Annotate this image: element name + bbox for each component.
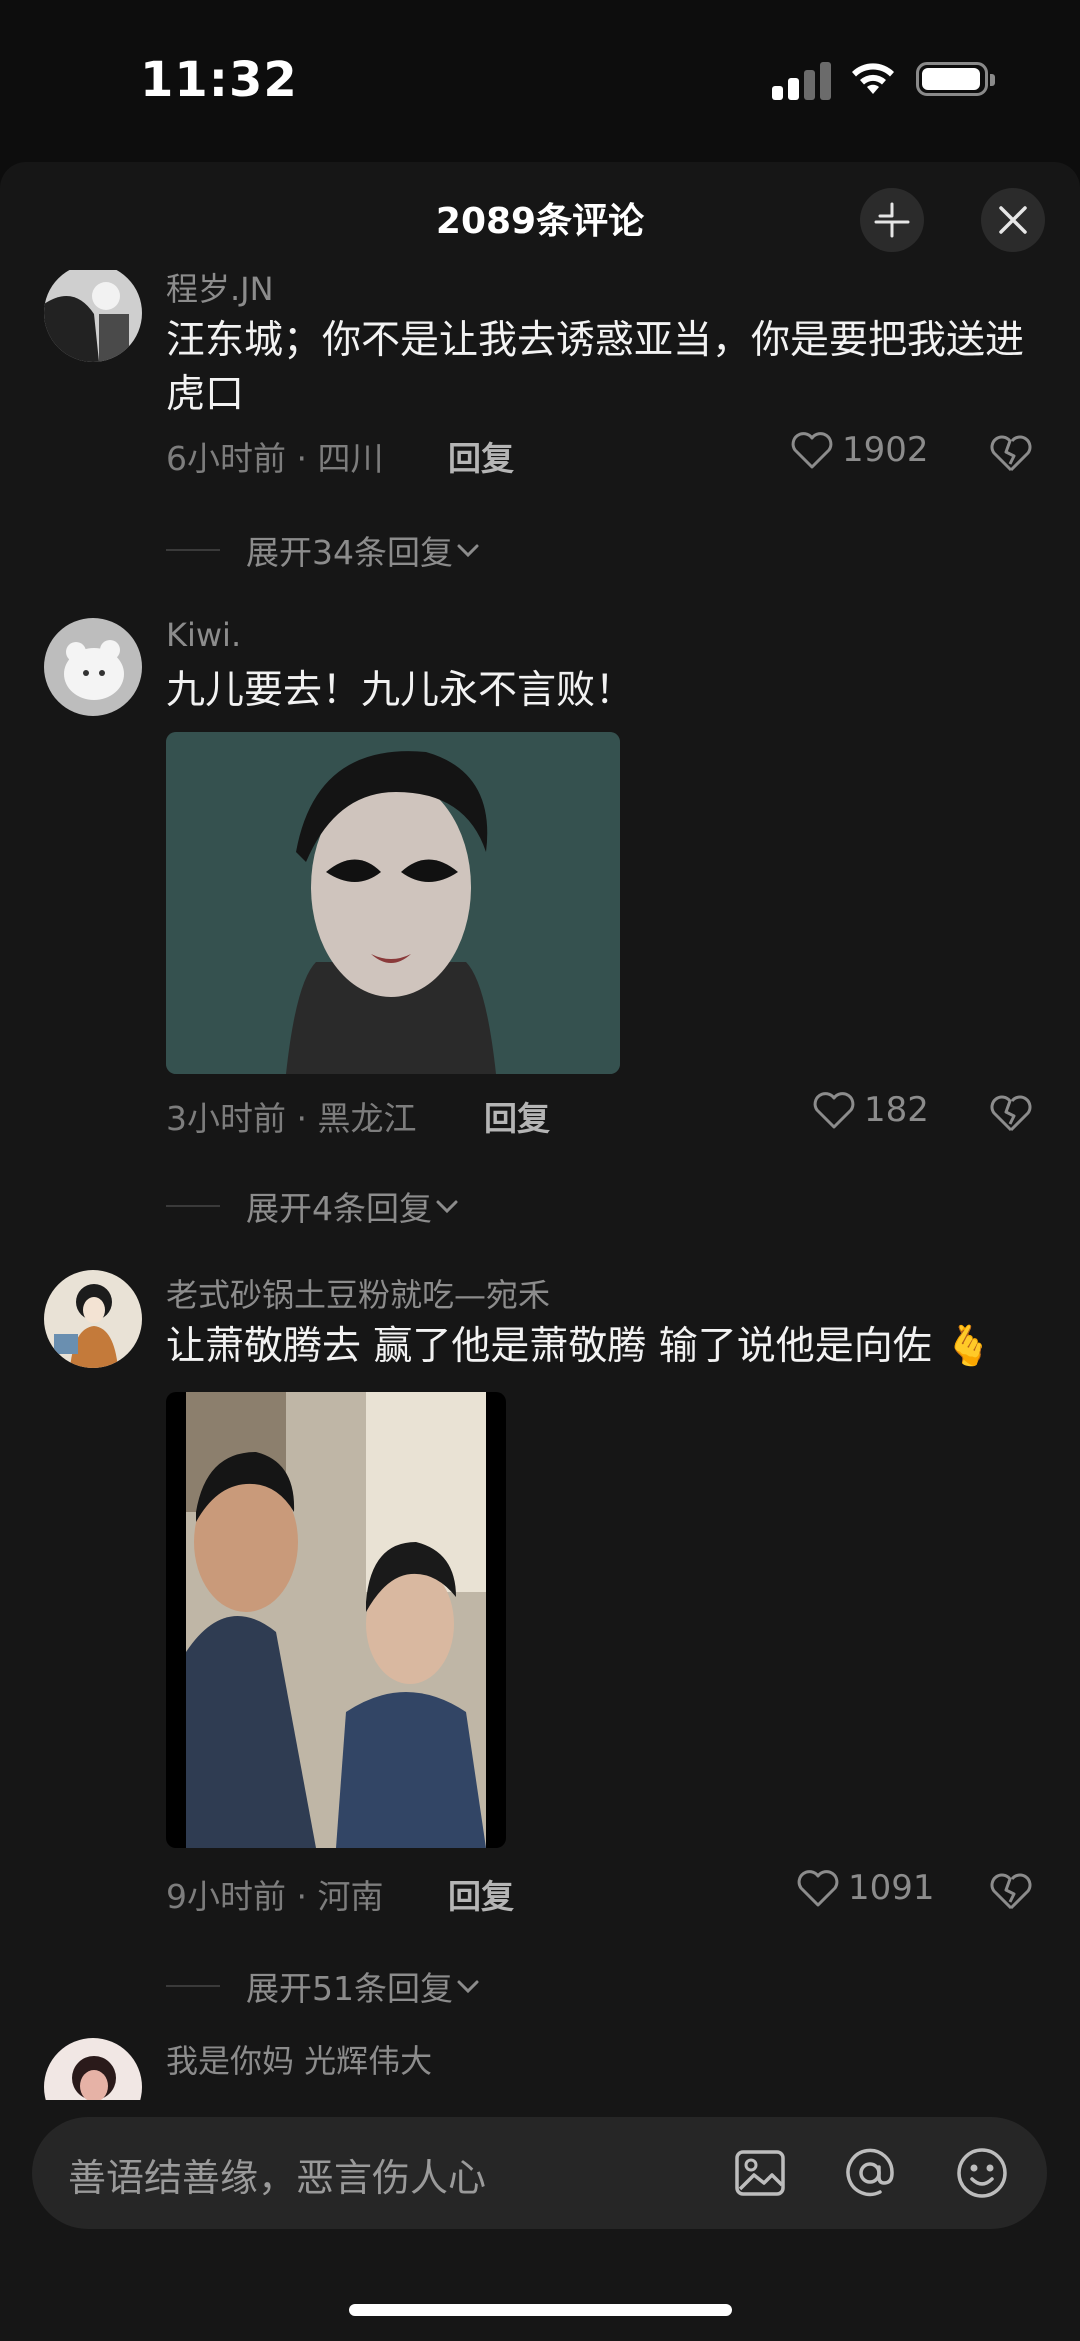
comment-item: 老式砂锅土豆粉就吃—宛禾 让萧敬腾去 赢了他是萧敬腾 输了说他是向佐 🫰 9小时… [0, 1270, 1080, 2010]
comment-username[interactable]: 程岁.JN [166, 270, 274, 310]
comment-meta: 6小时前 · 四川 [166, 439, 384, 478]
home-indicator[interactable] [349, 2304, 732, 2316]
status-bar: 11:32 [0, 0, 1080, 160]
expand-replies-label: 展开4条回复 [246, 1189, 432, 1228]
comment-meta: 9小时前 · 河南 [166, 1877, 384, 1916]
chevron-down-icon [436, 1200, 458, 1214]
expand-replies-label: 展开34条回复 [246, 533, 453, 572]
battery-icon [916, 62, 995, 96]
like-count: 1091 [848, 1868, 935, 1908]
avatar[interactable] [44, 618, 142, 716]
comment-text[interactable]: 九儿要去！九儿永不言败！ [166, 664, 1026, 718]
comment-item: Kiwi. 九儿要去！九儿永不言败！ 3小时前 · 黑龙江 回复 182 展开4… [0, 616, 1080, 1258]
like-count: 182 [864, 1090, 929, 1130]
expand-replies-label: 展开51条回复 [246, 1969, 453, 2008]
close-button[interactable] [981, 188, 1045, 252]
comment-image[interactable] [166, 1392, 506, 1848]
comment-input-placeholder[interactable]: 善语结善缘，恶言伤人心 [68, 2147, 486, 2202]
avatar[interactable] [44, 270, 142, 362]
heart-icon [791, 432, 833, 469]
avatar[interactable] [44, 1270, 142, 1368]
wifi-icon [852, 63, 894, 94]
heart-icon [797, 1870, 839, 1907]
cellular-signal-icon [772, 60, 832, 100]
chevron-down-icon [457, 1980, 479, 1994]
avatar[interactable] [44, 2038, 142, 2100]
chevron-down-icon [457, 544, 479, 558]
collapse-icon [874, 202, 910, 238]
reply-button[interactable]: 回复 [448, 1870, 514, 1918]
close-icon [999, 206, 1027, 234]
expand-replies-button[interactable]: 展开34条回复 [166, 526, 483, 574]
mention-icon[interactable] [842, 2145, 898, 2201]
comment-username[interactable]: 老式砂锅土豆粉就吃—宛禾 [166, 1270, 550, 1316]
comment-meta: 3小时前 · 黑龙江 [166, 1099, 417, 1138]
reply-button[interactable]: 回复 [448, 432, 514, 480]
dislike-broken-heart-icon[interactable] [988, 1092, 1034, 1134]
heart-icon [813, 1092, 855, 1129]
comment-item: 我是你妈 光辉伟大 [0, 2038, 1080, 2100]
status-time: 11:32 [140, 52, 298, 108]
comment-list[interactable]: 程岁.JN 汪东城；你不是让我去诱惑亚当，你是要把我送进虎口 6小时前 · 四川… [0, 270, 1080, 2100]
comment-text[interactable]: 让萧敬腾去 赢了他是萧敬腾 输了说他是向佐 🫰 [166, 1320, 1026, 1374]
comment-image[interactable] [166, 732, 620, 1074]
like-button[interactable]: 1091 [796, 1868, 935, 1908]
expand-replies-button[interactable]: 展开4条回复 [166, 1182, 462, 1230]
comment-item: 程岁.JN 汪东城；你不是让我去诱惑亚当，你是要把我送进虎口 6小时前 · 四川… [0, 270, 1080, 590]
comment-input[interactable]: 善语结善缘，恶言伤人心 [32, 2117, 1047, 2229]
dislike-broken-heart-icon[interactable] [988, 1870, 1034, 1912]
like-button[interactable]: 182 [812, 1090, 929, 1130]
emoji-icon[interactable] [954, 2145, 1010, 2201]
collapse-button[interactable] [860, 188, 924, 252]
image-icon[interactable] [732, 2145, 788, 2201]
like-count: 1902 [842, 430, 929, 470]
sheet-header: 2089条评论 [0, 162, 1080, 274]
comment-username[interactable]: Kiwi. [166, 616, 241, 654]
expand-replies-button[interactable]: 展开51条回复 [166, 1962, 483, 2010]
comment-username[interactable]: 我是你妈 光辉伟大 [166, 2036, 432, 2082]
reply-button[interactable]: 回复 [484, 1092, 550, 1140]
comments-sheet: 2089条评论 程岁.JN 汪东城；你不是让我去诱惑亚当，你是要把我送进虎口 6… [0, 162, 1080, 2341]
comment-text[interactable]: 汪东城；你不是让我去诱惑亚当，你是要把我送进虎口 [166, 314, 1026, 422]
like-button[interactable]: 1902 [790, 430, 929, 470]
dislike-broken-heart-icon[interactable] [988, 432, 1034, 474]
